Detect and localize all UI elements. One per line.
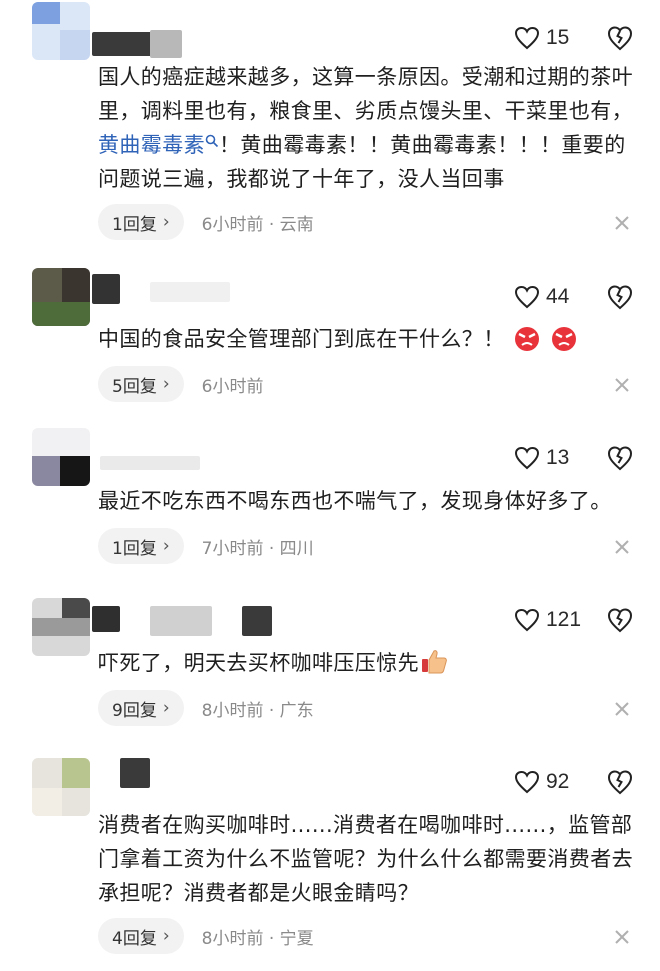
close-icon[interactable]: [612, 537, 632, 557]
like-count: 13: [546, 446, 570, 469]
comment-text: 中国的食品安全管理部门到底在干什么？！: [98, 322, 638, 356]
avatar[interactable]: [32, 268, 90, 326]
timestamp-location: 7小时前 · 四川: [201, 538, 314, 559]
chevron-right-icon: ›: [162, 698, 170, 718]
timestamp-location: 6小时前 · 云南: [201, 214, 314, 235]
like-button[interactable]: 13: [514, 442, 569, 474]
chevron-right-icon: ›: [162, 926, 170, 946]
angry-face-icon: [514, 327, 539, 351]
username-redacted[interactable]: [92, 606, 120, 632]
broken-heart-icon[interactable]: [606, 283, 634, 311]
like-count: 121: [546, 608, 582, 631]
heart-icon: [514, 770, 540, 794]
reply-button[interactable]: 5回复 ›: [98, 366, 184, 402]
thumbs-up-icon: [422, 650, 447, 674]
broken-heart-icon[interactable]: [606, 606, 634, 634]
close-icon[interactable]: [612, 213, 632, 233]
like-button[interactable]: 121: [514, 604, 581, 636]
comment-text: 消费者在购买咖啡时......消费者在喝咖啡时......，监管部门拿着工资为什…: [98, 813, 633, 905]
comment-text: 最近不吃东西不喝东西也不喘气了，发现身体好多了。: [98, 489, 612, 513]
chevron-right-icon: ›: [162, 212, 170, 232]
like-count: 15: [546, 26, 570, 49]
heart-icon: [514, 446, 540, 470]
avatar[interactable]: [32, 2, 90, 60]
heart-icon: [514, 285, 540, 309]
heart-icon: [514, 608, 540, 632]
avatar[interactable]: [32, 598, 90, 656]
search-icon: [205, 134, 219, 148]
angry-face-icon: [551, 327, 576, 351]
reply-button[interactable]: 9回复 ›: [98, 690, 184, 726]
like-button[interactable]: 15: [514, 22, 569, 54]
like-button[interactable]: 44: [514, 281, 569, 313]
chevron-right-icon: ›: [162, 374, 170, 394]
reply-button[interactable]: 1回复 ›: [98, 204, 184, 240]
broken-heart-icon[interactable]: [606, 444, 634, 472]
close-icon[interactable]: [612, 375, 632, 395]
like-button[interactable]: 92: [514, 766, 569, 798]
keyword-link[interactable]: 黄曲霉毒素: [98, 133, 219, 157]
username-redacted[interactable]: [120, 758, 150, 788]
timestamp-location: 6小时前: [201, 376, 264, 397]
username-redacted[interactable]: [100, 456, 200, 470]
avatar[interactable]: [32, 758, 90, 816]
chevron-right-icon: ›: [162, 536, 170, 556]
reply-button[interactable]: 1回复 ›: [98, 528, 184, 564]
like-count: 92: [546, 770, 570, 793]
comment-text: 吓死了，明天去买杯咖啡压压惊先: [98, 646, 638, 680]
timestamp-location: 8小时前 · 宁夏: [201, 928, 314, 949]
close-icon[interactable]: [612, 699, 632, 719]
broken-heart-icon[interactable]: [606, 768, 634, 796]
username-redacted[interactable]: [92, 274, 120, 304]
timestamp-location: 8小时前 · 广东: [201, 700, 314, 721]
heart-icon: [514, 26, 540, 50]
reply-button[interactable]: 4回复 ›: [98, 918, 184, 954]
avatar[interactable]: [32, 428, 90, 486]
comment-text: 国人的癌症越来越多，这算一条原因。受潮和过期的茶叶里，调料里也有，粮食里、劣质点…: [98, 65, 633, 191]
like-count: 44: [546, 285, 570, 308]
close-icon[interactable]: [612, 927, 632, 947]
broken-heart-icon[interactable]: [606, 24, 634, 52]
